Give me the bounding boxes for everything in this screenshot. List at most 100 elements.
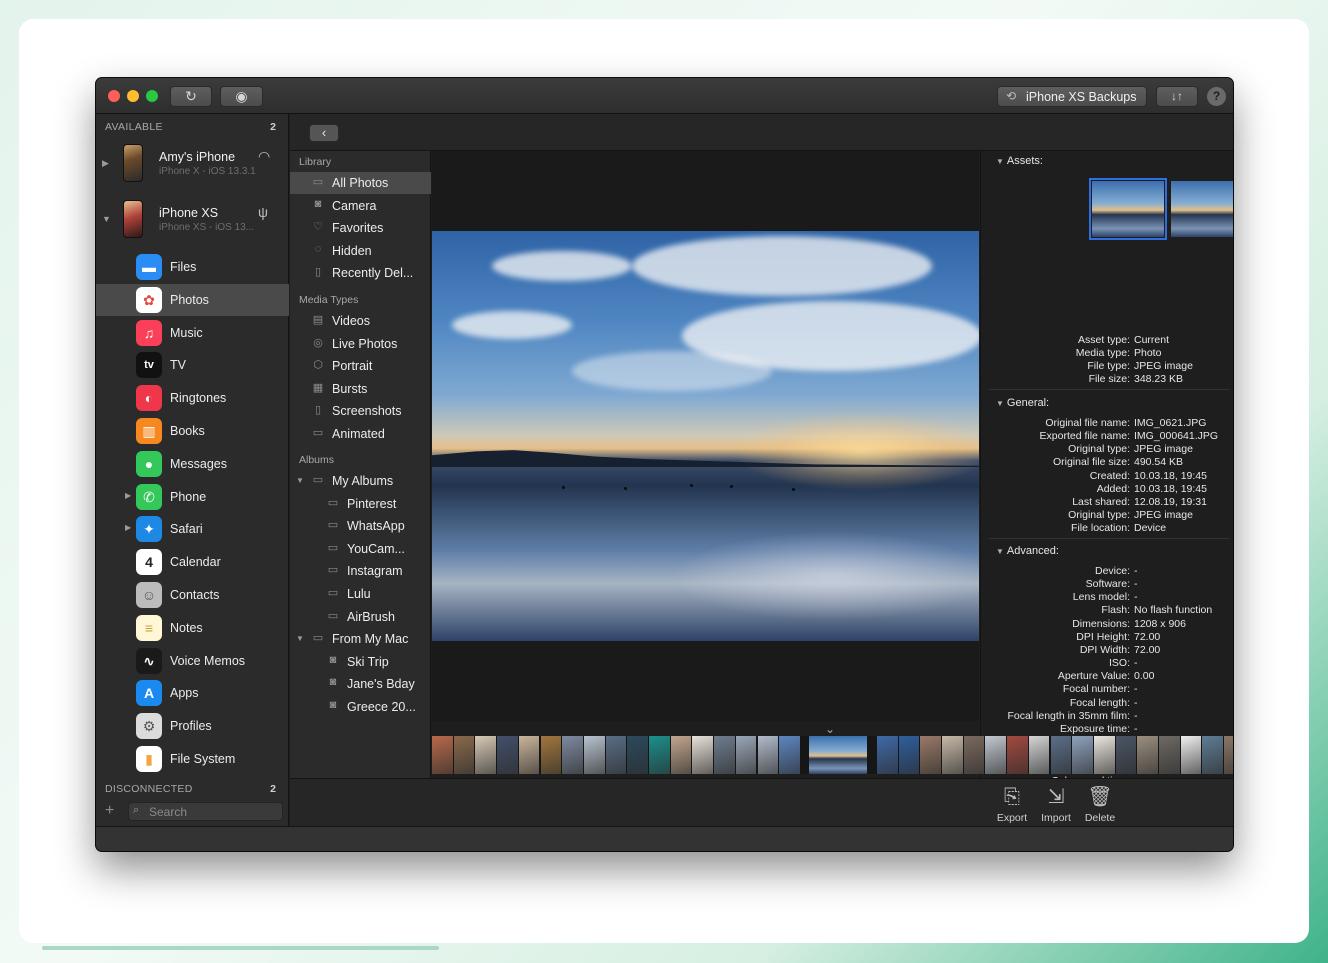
filmstrip-thumbnail[interactable] bbox=[714, 736, 735, 774]
zoom-window-button[interactable] bbox=[146, 90, 158, 102]
album-item[interactable]: ◙ Greece 20... bbox=[290, 696, 431, 718]
sidebar-item-phone[interactable]: ▶ ✆ Phone bbox=[96, 481, 289, 513]
album-item[interactable]: ▭ WhatsApp bbox=[290, 515, 431, 537]
sidebar-item-books[interactable]: ▥ Books bbox=[96, 415, 289, 447]
filmstrip-thumbnail[interactable] bbox=[779, 736, 800, 774]
filmstrip-thumbnail[interactable] bbox=[583, 736, 605, 774]
album-group-from-my-mac[interactable]: ▼ ▭ From My Mac bbox=[290, 628, 431, 650]
album-item[interactable]: ▭ Pinterest bbox=[290, 493, 431, 515]
refresh-button[interactable]: ↻ bbox=[170, 86, 212, 107]
filmstrip-thumbnail[interactable] bbox=[1072, 736, 1093, 774]
filmstrip-thumbnail[interactable] bbox=[963, 736, 985, 774]
filmstrip-thumbnail[interactable] bbox=[562, 736, 583, 774]
expand-triangle-icon[interactable]: ▶ bbox=[125, 523, 131, 532]
filmstrip-thumbnail[interactable] bbox=[1050, 736, 1072, 774]
filmstrip-thumbnail[interactable] bbox=[1115, 736, 1137, 774]
sidebar-item-calendar[interactable]: 4 Calendar bbox=[96, 546, 289, 578]
library-item-live-photos[interactable]: ◎ Live Photos bbox=[290, 333, 431, 355]
filmstrip-thumbnail[interactable] bbox=[1007, 736, 1028, 774]
assets-header[interactable]: ▼ Assets: bbox=[996, 155, 1043, 167]
album-item[interactable]: ▭ Instagram bbox=[290, 560, 431, 582]
filmstrip-thumbnail[interactable] bbox=[942, 736, 963, 774]
main-photo[interactable] bbox=[432, 231, 979, 641]
library-item-recently-del-[interactable]: ▯ Recently Del... bbox=[290, 262, 431, 284]
device-iphone-xs[interactable]: ▼ iPhone XS iPhone XS - iOS 13... ψ bbox=[96, 198, 289, 246]
asset-thumbnail-current[interactable] bbox=[1089, 178, 1167, 240]
library-item-bursts[interactable]: ▦ Bursts bbox=[290, 378, 431, 400]
filmstrip-thumbnail[interactable] bbox=[1224, 736, 1233, 774]
sidebar-item-files[interactable]: ▬ Files bbox=[96, 251, 289, 283]
filmstrip-thumbnail[interactable] bbox=[649, 736, 670, 774]
filmstrip-thumbnail[interactable] bbox=[475, 736, 497, 774]
filmstrip-thumbnail[interactable] bbox=[876, 736, 898, 774]
sidebar-item-file-system[interactable]: ▮ File System bbox=[96, 743, 289, 775]
library-item-camera[interactable]: ◙ Camera bbox=[290, 195, 431, 217]
sidebar-item-messages[interactable]: ● Messages bbox=[96, 448, 289, 480]
sidebar-item-contacts[interactable]: ☺ Contacts bbox=[96, 579, 289, 611]
filmstrip-thumbnail[interactable] bbox=[540, 736, 562, 774]
filmstrip-thumbnail[interactable] bbox=[605, 736, 627, 774]
transfer-button[interactable]: ↓↑ bbox=[1156, 86, 1198, 107]
search-input[interactable] bbox=[149, 804, 279, 819]
album-group-my-albums[interactable]: ▼ ▭ My Albums bbox=[290, 470, 431, 492]
filmstrip-thumbnail[interactable] bbox=[670, 736, 692, 774]
filmstrip-thumbnail[interactable] bbox=[1093, 736, 1115, 774]
sidebar-item-photos[interactable]: ✿ Photos bbox=[96, 283, 289, 316]
filmstrip-thumbnail[interactable] bbox=[920, 736, 941, 774]
sidebar-item-tv[interactable]: tv TV bbox=[96, 349, 289, 381]
library-item-hidden[interactable]: ◌ Hidden bbox=[290, 240, 431, 262]
filmstrip-thumbnail[interactable] bbox=[432, 736, 453, 774]
sidebar-item-safari[interactable]: ▶ ✦ Safari bbox=[96, 513, 289, 545]
help-button[interactable]: ? bbox=[1207, 87, 1226, 106]
filmstrip-thumbnail[interactable] bbox=[1028, 736, 1050, 774]
library-item-screenshots[interactable]: ▯ Screenshots bbox=[290, 400, 431, 422]
sidebar-item-voice-memos[interactable]: ∿ Voice Memos bbox=[96, 645, 289, 677]
filmstrip-thumbnail[interactable] bbox=[757, 736, 779, 774]
backups-button[interactable]: ⟲ iPhone XS Backups bbox=[997, 86, 1147, 107]
expand-triangle-icon[interactable]: ▶ bbox=[102, 158, 109, 169]
filmstrip-thumbnail[interactable] bbox=[735, 736, 757, 774]
asset-thumbnail-original[interactable] bbox=[1171, 181, 1233, 237]
back-button[interactable]: ‹ bbox=[309, 124, 339, 142]
sidebar-item-profiles[interactable]: ⚙ Profiles bbox=[96, 710, 289, 742]
filmstrip-thumbnail[interactable] bbox=[1180, 736, 1202, 774]
add-icon[interactable]: + bbox=[105, 802, 114, 820]
export-button[interactable]: ⎘ Export bbox=[990, 785, 1034, 825]
filmstrip-thumbnail[interactable] bbox=[1202, 736, 1224, 774]
filmstrip-thumbnail-selected[interactable] bbox=[808, 736, 867, 774]
filmstrip-thumbnail[interactable] bbox=[1137, 736, 1158, 774]
sidebar-item-apps[interactable]: A Apps bbox=[96, 677, 289, 709]
collapse-triangle-icon[interactable]: ▼ bbox=[102, 214, 111, 224]
album-item[interactable]: ▭ AirBrush bbox=[290, 606, 431, 628]
album-item[interactable]: ◙ Jane's Bday bbox=[290, 673, 431, 695]
filmstrip-thumbnail[interactable] bbox=[898, 736, 920, 774]
filmstrip-thumbnail[interactable] bbox=[453, 736, 475, 774]
expand-triangle-icon[interactable]: ▶ bbox=[125, 491, 131, 500]
album-item[interactable]: ▭ YouCam... bbox=[290, 538, 431, 560]
library-item-portrait[interactable]: ⬡ Portrait bbox=[290, 355, 431, 377]
filmstrip-thumbnail[interactable] bbox=[627, 736, 648, 774]
advanced-header[interactable]: ▼ Advanced: bbox=[996, 545, 1059, 557]
library-item-animated[interactable]: ▭ Animated bbox=[290, 423, 431, 445]
preview-button[interactable]: ◉ bbox=[220, 86, 263, 107]
sidebar-item-notes[interactable]: ≡ Notes bbox=[96, 612, 289, 644]
library-item-all-photos[interactable]: ▭ All Photos bbox=[290, 172, 431, 194]
import-button[interactable]: ⇲ Import bbox=[1034, 785, 1078, 825]
filmstrip-thumbnail[interactable] bbox=[497, 736, 518, 774]
collapse-triangle-icon[interactable]: ▼ bbox=[296, 476, 304, 485]
device-amys-iphone[interactable]: ▶ Amy's iPhone iPhone X - iOS 13.3.1 ◠ bbox=[96, 142, 289, 190]
album-item[interactable]: ▭ Lulu bbox=[290, 583, 431, 605]
close-window-button[interactable] bbox=[108, 90, 120, 102]
sidebar-item-music[interactable]: ♫ Music bbox=[96, 317, 289, 349]
general-header[interactable]: ▼ General: bbox=[996, 397, 1049, 409]
filmstrip-thumbnail[interactable] bbox=[1159, 736, 1180, 774]
filmstrip-thumbnail[interactable] bbox=[985, 736, 1007, 774]
album-item[interactable]: ◙ Ski Trip bbox=[290, 651, 431, 673]
library-item-favorites[interactable]: ♡ Favorites bbox=[290, 217, 431, 239]
filmstrip-thumbnail[interactable] bbox=[692, 736, 714, 774]
delete-button[interactable]: 🗑 Delete bbox=[1078, 785, 1122, 825]
library-item-videos[interactable]: ▤ Videos bbox=[290, 310, 431, 332]
collapse-triangle-icon[interactable]: ▼ bbox=[296, 634, 304, 643]
minimize-window-button[interactable] bbox=[127, 90, 139, 102]
sidebar-item-ringtones[interactable]: ◐ Ringtones bbox=[96, 382, 289, 414]
